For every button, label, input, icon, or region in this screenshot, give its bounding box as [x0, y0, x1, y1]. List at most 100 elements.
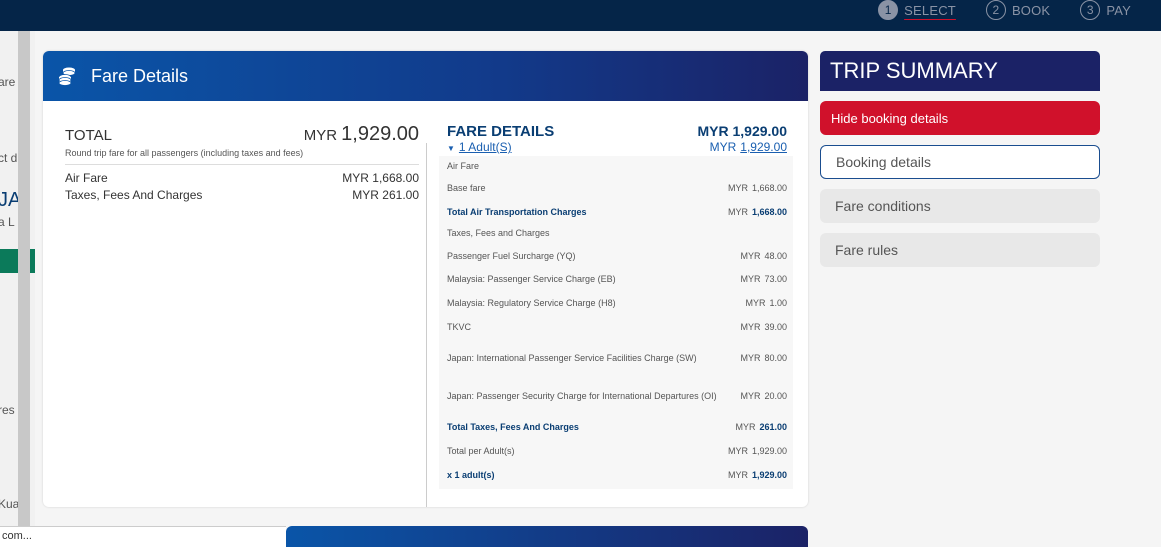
coins-icon [58, 67, 76, 86]
fare-row-label: Total Air Transportation Charges [447, 207, 587, 217]
fare-row-value: MYR 20.00 [740, 391, 787, 401]
step-pay[interactable]: 3 PAY [1080, 0, 1131, 20]
fare-row-amount: 1,929.00 [751, 470, 787, 480]
fare-breakdown-row: x 1 adult(s) MYR 1,929.00 [439, 463, 793, 487]
background-page: are ct d JA a L res Kua [0, 31, 35, 547]
fare-row-currency: MYR [727, 207, 748, 217]
adult-amount: MYR 1,929.00 [710, 140, 787, 154]
adult-link-label: 1 Adult(S) [458, 140, 512, 154]
fare-row-label: Malaysia: Regulatory Service Charge (H8) [447, 298, 616, 308]
summary-label: Air Fare [65, 171, 108, 185]
fare-modal: Fare Details TOTAL MYR 1,929.00 Round tri… [35, 31, 1161, 547]
fare-breakdown-row: Malaysia: Regulatory Service Charge (H8)… [439, 291, 793, 315]
summary-row: Air Fare MYR 1,668.00 [65, 171, 419, 185]
fare-breakdown-row: Japan: Passenger Security Charge for Int… [439, 377, 793, 415]
fare-row-value: MYR 73.00 [740, 274, 787, 284]
background-text: Kua [0, 497, 20, 511]
fare-conditions-tab[interactable]: Fare conditions [820, 189, 1100, 223]
total-currency: MYR [303, 127, 338, 144]
fare-row-value: MYR 39.00 [740, 322, 787, 332]
adult-value: 1,929.00 [740, 140, 787, 154]
browser-status-bar: com... [0, 526, 286, 547]
fare-breakdown-total: MYR 1,929.00 [697, 123, 788, 139]
fare-row-value: MYR 1,668.00 [728, 183, 787, 193]
background-text: ct d [0, 151, 18, 165]
fare-row-label: Taxes, Fees and Charges [447, 228, 550, 238]
step-label: BOOK [1011, 2, 1051, 18]
total-note: Round trip fare for all passengers (incl… [65, 148, 419, 165]
fare-row-label: Total per Adult(s) [447, 446, 515, 456]
fare-row-currency: MYR [727, 470, 748, 480]
summary-label: Taxes, Fees And Charges [65, 188, 203, 202]
fare-breakdown-row: Taxes, Fees and Charges [439, 221, 793, 245]
fare-row-currency: MYR [740, 274, 761, 284]
step-number: 1 [878, 0, 899, 20]
booking-steps: 1 SELECT 2 BOOK 3 PAY [878, 0, 1131, 20]
summary-value: MYR 1,668.00 [342, 171, 419, 185]
fare-row-label: Total Taxes, Fees And Charges [447, 422, 579, 432]
next-section-header [286, 526, 808, 547]
background-text: res [0, 403, 15, 417]
summary-value: MYR 261.00 [352, 188, 419, 202]
fare-row-amount: 73.00 [764, 274, 787, 284]
fare-row-label: Malaysia: Passenger Service Charge (EB) [447, 274, 616, 284]
hide-booking-details-button[interactable]: Hide booking details [820, 101, 1100, 135]
fare-row-currency: MYR [740, 353, 761, 363]
fare-breakdown-row: Japan: International Passenger Service F… [439, 339, 793, 377]
top-navigation-bar: 1 SELECT 2 BOOK 3 PAY [0, 0, 1161, 31]
column-divider [426, 143, 427, 507]
fare-row-value [783, 161, 787, 171]
fare-row-value: MYR 261.00 [735, 422, 787, 432]
fare-row-value: MYR 1.00 [745, 298, 787, 308]
fare-row-value: MYR 80.00 [740, 353, 787, 363]
booking-details-tab[interactable]: Booking details [820, 145, 1100, 179]
fare-details-card: Fare Details TOTAL MYR 1,929.00 Round tri… [43, 51, 808, 507]
fare-row-amount: 1,668.00 [751, 183, 787, 193]
fare-breakdown-row: Total per Adult(s) MYR 1,929.00 [439, 439, 793, 463]
total-label: TOTAL [65, 127, 112, 144]
fare-row-amount: 39.00 [764, 322, 787, 332]
fare-row-value: MYR 1,668.00 [728, 207, 787, 217]
fare-row-currency: MYR [735, 422, 756, 432]
scrollbar[interactable] [18, 31, 30, 547]
step-select[interactable]: 1 SELECT [878, 0, 956, 20]
fare-row-currency: MYR [745, 298, 766, 308]
adult-toggle-link[interactable]: ▼ 1 Adult(S) [447, 140, 512, 154]
fare-row-label: x 1 adult(s) [447, 470, 495, 480]
fare-row-currency: MYR [727, 183, 748, 193]
fare-rules-tab[interactable]: Fare rules [820, 233, 1100, 267]
summary-row: Taxes, Fees And Charges MYR 261.00 [65, 188, 419, 202]
fare-breakdown: FARE DETAILS MYR 1,929.00 ▼ 1 Adult(S) MY… [439, 123, 793, 489]
fare-breakdown-row: Total Taxes, Fees And Charges MYR 261.00 [439, 415, 793, 439]
fare-row-amount: 261.00 [759, 422, 787, 432]
background-text: a L [0, 215, 15, 229]
fare-breakdown-row: TKVC MYR 39.00 [439, 315, 793, 339]
fare-breakdown-row: Passenger Fuel Surcharge (YQ) MYR 48.00 [439, 245, 793, 267]
fare-details-title: Fare Details [91, 65, 189, 86]
background-text: are [0, 75, 16, 89]
fare-row-value: MYR 1,929.00 [728, 470, 787, 480]
fare-breakdown-row: Malaysia: Passenger Service Charge (EB) M… [439, 267, 793, 291]
fare-row-value [783, 228, 787, 238]
fare-row-amount: 48.00 [764, 251, 787, 261]
fare-row-currency: MYR [740, 251, 761, 261]
fare-row-amount: 1.00 [769, 298, 787, 308]
adult-currency: MYR [709, 140, 737, 154]
step-label: PAY [1106, 2, 1131, 18]
fare-row-amount: 20.00 [764, 391, 787, 401]
fare-details-header: Fare Details [43, 51, 808, 101]
fare-row-value: MYR 48.00 [740, 251, 787, 261]
fare-row-label: Air Fare [447, 161, 480, 171]
fare-row-label: Japan: Passenger Security Charge for Int… [447, 391, 717, 401]
fare-row-amount: 1,929.00 [751, 446, 787, 456]
fare-breakdown-title: FARE DETAILS [447, 123, 555, 140]
step-book[interactable]: 2 BOOK [985, 0, 1051, 20]
step-number: 3 [1080, 0, 1101, 20]
fare-row-currency: MYR [727, 446, 748, 456]
fare-row-amount: 80.00 [764, 353, 787, 363]
trip-summary-title: TRIP SUMMARY [820, 51, 1100, 91]
total-summary: TOTAL MYR 1,929.00 Round trip fare for al… [65, 123, 419, 202]
fare-row-amount: 1,668.00 [751, 207, 787, 217]
fare-row-label: Japan: International Passenger Service F… [447, 353, 697, 363]
fare-row-label: TKVC [447, 322, 472, 332]
